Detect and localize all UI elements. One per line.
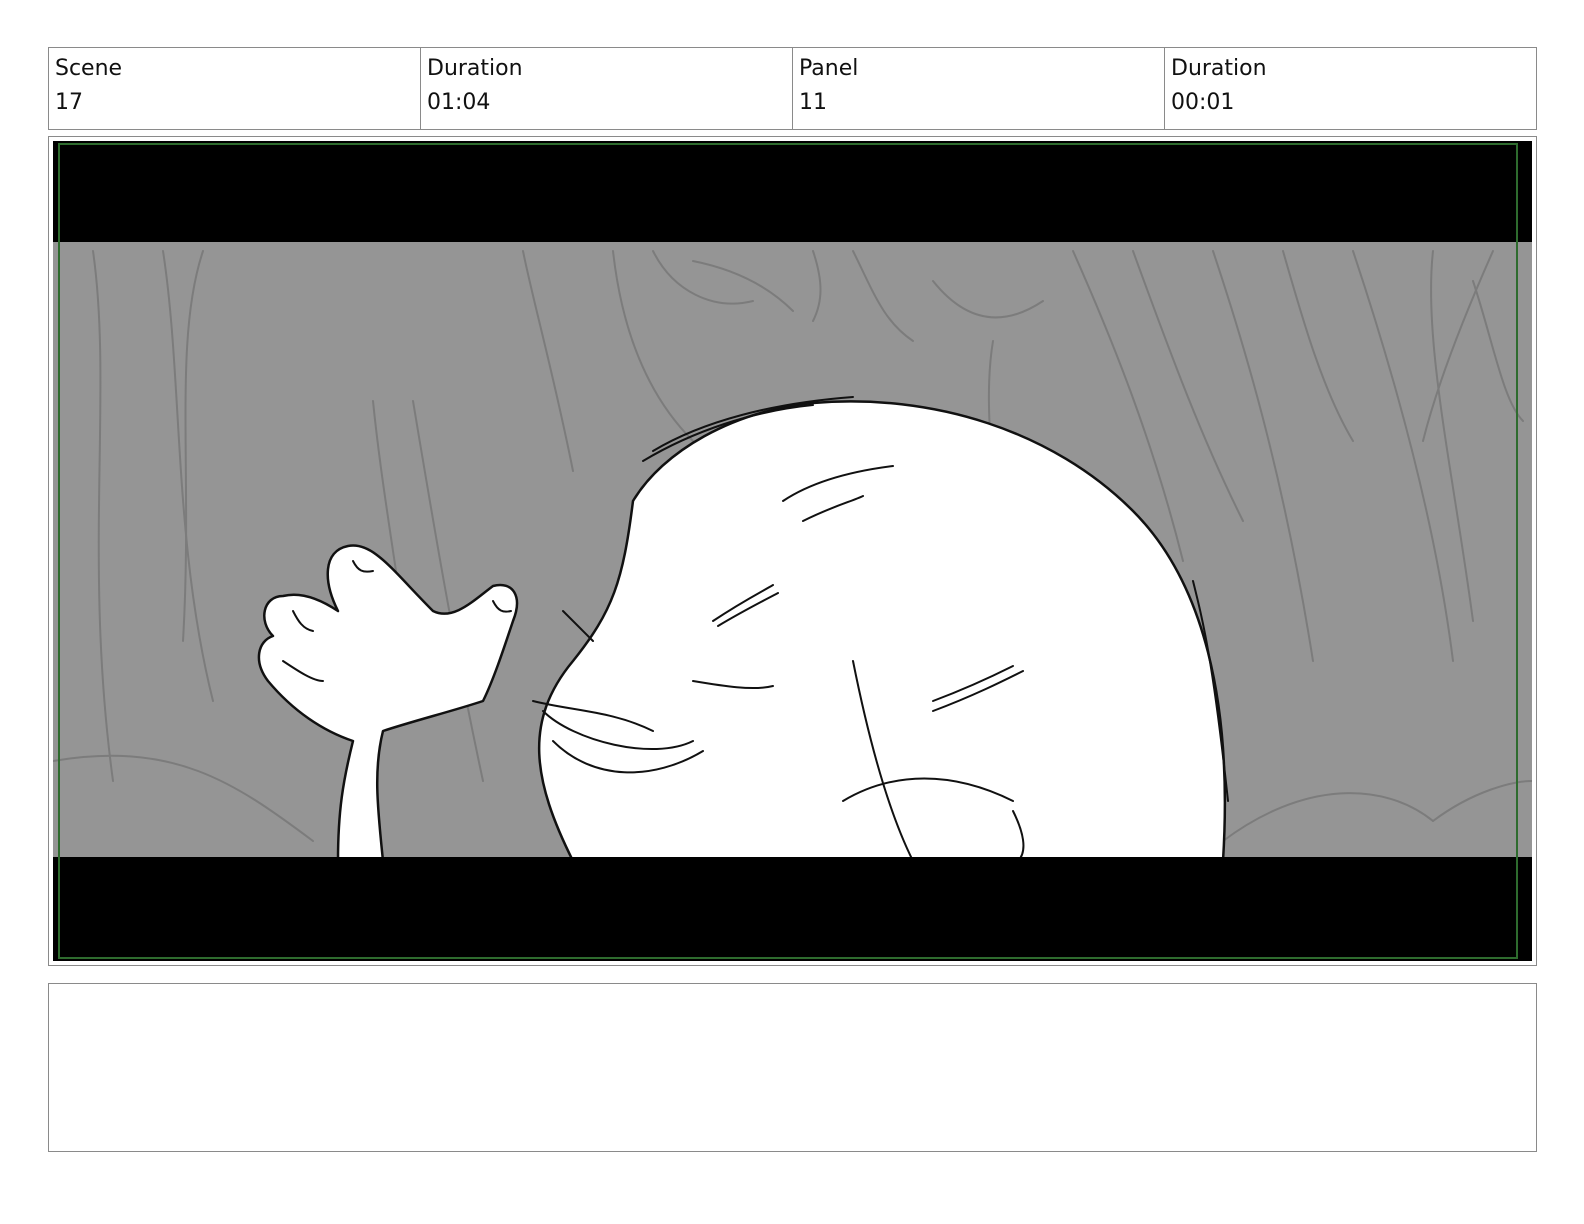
scene-duration-cell: Duration 01:04 [421, 48, 793, 129]
storyboard-panel-frame [48, 136, 1537, 966]
panel-duration-label: Duration [1171, 56, 1267, 81]
scene-duration-label: Duration [427, 56, 523, 81]
panel-notes-box [48, 983, 1537, 1152]
panel-info-header: Scene 17 Duration 01:04 Panel 11 Duratio… [48, 47, 1537, 130]
scene-cell: Scene 17 [49, 48, 421, 129]
scene-value: 17 [55, 90, 83, 115]
panel-cell: Panel 11 [793, 48, 1165, 129]
scene-label: Scene [55, 56, 123, 81]
panel-label: Panel [799, 56, 859, 81]
storyboard-sketch [53, 141, 1532, 961]
panel-value: 11 [799, 90, 827, 115]
letterbox-top [53, 141, 1532, 242]
notes-text [49, 984, 1536, 1000]
panel-duration-cell: Duration 00:01 [1165, 48, 1536, 129]
scene-duration-value: 01:04 [427, 90, 491, 115]
panel-duration-value: 00:01 [1171, 90, 1235, 115]
letterbox-bottom [53, 857, 1532, 961]
